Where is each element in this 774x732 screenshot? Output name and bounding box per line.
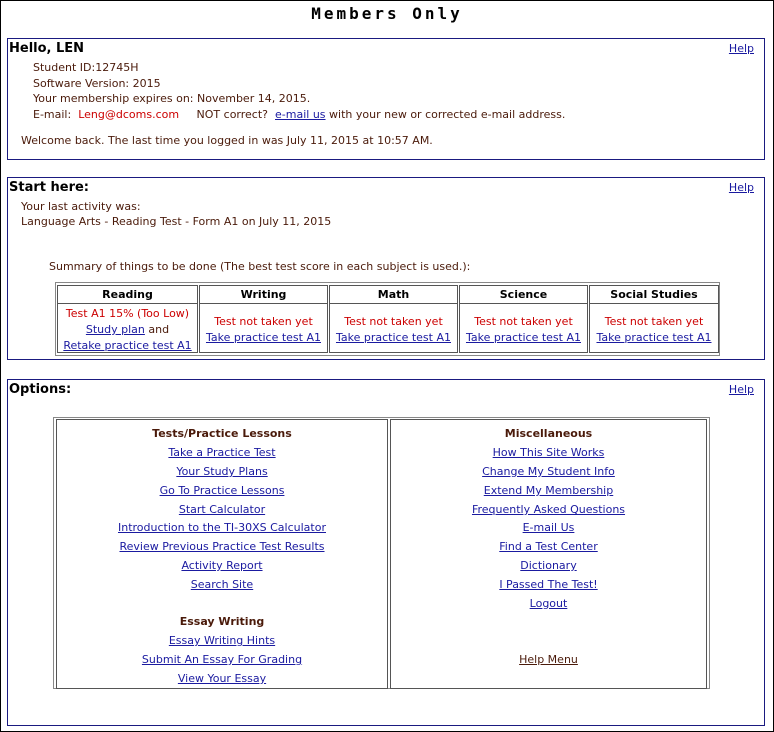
misc-column: Miscellaneous How This Site Works Change… xyxy=(390,419,707,689)
calculator-intro-link[interactable]: Introduction to the TI-30XS Calculator xyxy=(118,521,326,534)
find-test-center-link[interactable]: Find a Test Center xyxy=(499,540,597,553)
study-plan-link[interactable]: Study plan xyxy=(86,323,145,336)
and-text: and xyxy=(148,323,170,336)
search-site-link[interactable]: Search Site xyxy=(191,578,253,591)
options-help-link[interactable]: Help xyxy=(729,383,754,396)
take-test-link[interactable]: Take practice test A1 xyxy=(336,331,451,344)
subject-status: Test not taken yet xyxy=(214,315,313,328)
change-student-info-link[interactable]: Change My Student Info xyxy=(482,465,615,478)
tests-heading: Tests/Practice Lessons xyxy=(152,427,292,440)
retake-test-link[interactable]: Retake practice test A1 xyxy=(63,339,191,352)
email-value: Leng@dcoms.com xyxy=(78,108,180,121)
start-heading: Start here: xyxy=(9,180,89,195)
last-activity-label: Your last activity was: xyxy=(21,200,141,213)
options-heading: Options: xyxy=(9,382,72,397)
options-panel: Options: Help Tests/Practice Lessons Tak… xyxy=(7,379,765,726)
misc-heading: Miscellaneous xyxy=(504,427,593,440)
email-label: E-mail: xyxy=(33,108,72,121)
essay-heading: Essay Writing xyxy=(179,615,265,628)
summary-caption: Summary of things to be done (The best t… xyxy=(49,260,471,273)
take-test-link[interactable]: Take practice test A1 xyxy=(206,331,321,344)
subject-cell-social-studies: Social Studies Test not taken yet Take p… xyxy=(589,285,719,353)
subject-cell-reading: Reading Test A1 15% (Too Low) Study plan… xyxy=(57,285,198,353)
membership-expiry: Your membership expires on: November 14,… xyxy=(33,92,311,105)
student-id: Student ID:12745H xyxy=(33,61,139,74)
take-test-link[interactable]: Take practice test A1 xyxy=(466,331,581,344)
email-line: E-mail: Leng@dcoms.com NOT correct? e-ma… xyxy=(33,108,565,121)
subject-cell-math: Math Test not taken yet Take practice te… xyxy=(329,285,458,353)
summary-table: Reading Test A1 15% (Too Low) Study plan… xyxy=(55,282,720,356)
submit-essay-link[interactable]: Submit An Essay For Grading xyxy=(142,653,302,666)
dictionary-link[interactable]: Dictionary xyxy=(520,559,576,572)
not-correct-text: NOT correct? xyxy=(196,108,269,121)
hello-help-link[interactable]: Help xyxy=(729,42,754,55)
subject-name: Science xyxy=(460,286,587,304)
software-version: Software Version: 2015 xyxy=(33,77,161,90)
tests-column: Tests/Practice Lessons Take a Practice T… xyxy=(56,419,388,689)
extend-membership-link[interactable]: Extend My Membership xyxy=(484,484,613,497)
start-calculator-link[interactable]: Start Calculator xyxy=(179,503,265,516)
view-essay-link[interactable]: View Your Essay xyxy=(178,672,266,685)
greeting: Hello, LEN xyxy=(9,41,85,56)
subject-status: Test A1 15% (Too Low) xyxy=(65,307,190,320)
subject-name: Reading xyxy=(58,286,197,304)
email-suffix: with your new or corrected e-mail addres… xyxy=(329,108,566,121)
practice-lessons-link[interactable]: Go To Practice Lessons xyxy=(160,484,285,497)
hello-panel: Hello, LEN Help Student ID:12745H Softwa… xyxy=(7,38,765,160)
subject-status: Test not taken yet xyxy=(604,315,704,328)
start-help-link[interactable]: Help xyxy=(729,181,754,194)
essay-hints-link[interactable]: Essay Writing Hints xyxy=(169,634,275,647)
how-site-works-link[interactable]: How This Site Works xyxy=(493,446,605,459)
study-plans-link[interactable]: Your Study Plans xyxy=(176,465,267,478)
activity-report-link[interactable]: Activity Report xyxy=(181,559,262,572)
welcome-message: Welcome back. The last time you logged i… xyxy=(21,134,433,147)
subject-name: Math xyxy=(330,286,457,304)
subject-status: Test not taken yet xyxy=(344,315,443,328)
start-panel: Start here: Help Your last activity was:… xyxy=(7,177,765,360)
page-title: Members Only xyxy=(311,4,463,23)
last-activity: Language Arts - Reading Test - Form A1 o… xyxy=(21,215,332,228)
take-test-link[interactable]: Take practice test A1 xyxy=(596,331,711,344)
email-us-link[interactable]: e-mail us xyxy=(275,108,326,121)
faq-link[interactable]: Frequently Asked Questions xyxy=(472,503,625,516)
passed-test-link[interactable]: I Passed The Test! xyxy=(499,578,597,591)
subject-name: Writing xyxy=(200,286,327,304)
subject-status: Test not taken yet xyxy=(474,315,573,328)
options-table: Tests/Practice Lessons Take a Practice T… xyxy=(53,417,710,689)
subject-name: Social Studies xyxy=(590,286,718,304)
review-results-link[interactable]: Review Previous Practice Test Results xyxy=(119,540,324,553)
email-us-menu-link[interactable]: E-mail Us xyxy=(523,521,575,534)
subject-cell-science: Science Test not taken yet Take practice… xyxy=(459,285,588,353)
logout-link[interactable]: Logout xyxy=(530,597,568,610)
take-practice-test-link[interactable]: Take a Practice Test xyxy=(168,446,275,459)
help-menu-link[interactable]: Help Menu xyxy=(519,653,578,666)
subject-cell-writing: Writing Test not taken yet Take practice… xyxy=(199,285,328,353)
